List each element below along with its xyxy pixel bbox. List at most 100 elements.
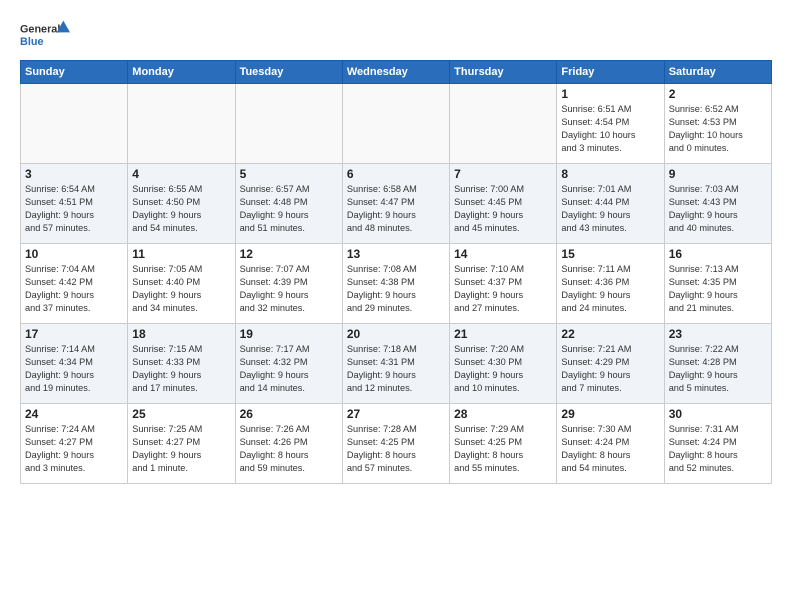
day-cell: 13 Sunrise: 7:08 AMSunset: 4:38 PMDayligh… — [342, 244, 449, 324]
day-cell: 18 Sunrise: 7:15 AMSunset: 4:33 PMDayligh… — [128, 324, 235, 404]
day-info: Sunrise: 7:28 AMSunset: 4:25 PMDaylight:… — [347, 424, 417, 473]
day-info: Sunrise: 7:17 AMSunset: 4:32 PMDaylight:… — [240, 344, 310, 393]
day-info: Sunrise: 7:01 AMSunset: 4:44 PMDaylight:… — [561, 184, 631, 233]
day-info: Sunrise: 7:14 AMSunset: 4:34 PMDaylight:… — [25, 344, 95, 393]
day-cell: 15 Sunrise: 7:11 AMSunset: 4:36 PMDayligh… — [557, 244, 664, 324]
day-cell: 14Sunrise: 7:10 AMSunset: 4:37 PMDayligh… — [450, 244, 557, 324]
day-cell: 16 Sunrise: 7:13 AMSunset: 4:35 PMDayligh… — [664, 244, 771, 324]
day-info: Sunrise: 7:04 AMSunset: 4:42 PMDaylight:… — [25, 264, 95, 313]
day-cell: 7Sunrise: 7:00 AMSunset: 4:45 PMDaylight… — [450, 164, 557, 244]
day-number: 8 — [561, 167, 659, 181]
day-info: Sunrise: 6:52 AMSunset: 4:53 PMDaylight:… — [669, 104, 743, 153]
day-info: Sunrise: 7:07 AMSunset: 4:39 PMDaylight:… — [240, 264, 310, 313]
day-number: 16 — [669, 247, 767, 261]
day-cell: 4Sunrise: 6:55 AMSunset: 4:50 PMDaylight… — [128, 164, 235, 244]
weekday-header-row: SundayMondayTuesdayWednesdayThursdayFrid… — [21, 61, 772, 84]
week-row-5: 24Sunrise: 7:24 AMSunset: 4:27 PMDayligh… — [21, 404, 772, 484]
day-info: Sunrise: 7:05 AMSunset: 4:40 PMDaylight:… — [132, 264, 202, 313]
day-cell: 9 Sunrise: 7:03 AMSunset: 4:43 PMDaylight… — [664, 164, 771, 244]
day-number: 23 — [669, 327, 767, 341]
weekday-header-monday: Monday — [128, 61, 235, 84]
day-cell — [342, 84, 449, 164]
weekday-header-tuesday: Tuesday — [235, 61, 342, 84]
day-info: Sunrise: 7:03 AMSunset: 4:43 PMDaylight:… — [669, 184, 739, 233]
day-info: Sunrise: 6:51 AMSunset: 4:54 PMDaylight:… — [561, 104, 635, 153]
day-number: 11 — [132, 247, 230, 261]
day-info: Sunrise: 7:24 AMSunset: 4:27 PMDaylight:… — [25, 424, 95, 473]
week-row-1: 1 Sunrise: 6:51 AMSunset: 4:54 PMDaylight… — [21, 84, 772, 164]
day-cell — [450, 84, 557, 164]
day-number: 7 — [454, 167, 552, 181]
day-cell — [128, 84, 235, 164]
day-number: 22 — [561, 327, 659, 341]
day-number: 25 — [132, 407, 230, 421]
header: General Blue — [20, 16, 772, 52]
day-number: 4 — [132, 167, 230, 181]
day-number: 21 — [454, 327, 552, 341]
week-row-2: 3Sunrise: 6:54 AMSunset: 4:51 PMDaylight… — [21, 164, 772, 244]
day-cell: 10 Sunrise: 7:04 AMSunset: 4:42 PMDayligh… — [21, 244, 128, 324]
weekday-header-sunday: Sunday — [21, 61, 128, 84]
day-cell: 17Sunrise: 7:14 AMSunset: 4:34 PMDayligh… — [21, 324, 128, 404]
day-cell: 2 Sunrise: 6:52 AMSunset: 4:53 PMDaylight… — [664, 84, 771, 164]
logo: General Blue — [20, 16, 70, 52]
calendar-header: SundayMondayTuesdayWednesdayThursdayFrid… — [21, 61, 772, 84]
day-cell: 12Sunrise: 7:07 AMSunset: 4:39 PMDayligh… — [235, 244, 342, 324]
day-info: Sunrise: 7:13 AMSunset: 4:35 PMDaylight:… — [669, 264, 739, 313]
day-number: 30 — [669, 407, 767, 421]
day-info: Sunrise: 7:10 AMSunset: 4:37 PMDaylight:… — [454, 264, 524, 313]
day-cell: 21 Sunrise: 7:20 AMSunset: 4:30 PMDayligh… — [450, 324, 557, 404]
day-info: Sunrise: 7:08 AMSunset: 4:38 PMDaylight:… — [347, 264, 417, 313]
day-number: 15 — [561, 247, 659, 261]
day-info: Sunrise: 7:11 AMSunset: 4:36 PMDaylight:… — [561, 264, 630, 313]
day-info: Sunrise: 6:58 AMSunset: 4:47 PMDaylight:… — [347, 184, 417, 233]
day-cell: 6 Sunrise: 6:58 AMSunset: 4:47 PMDaylight… — [342, 164, 449, 244]
day-cell: 26Sunrise: 7:26 AMSunset: 4:26 PMDayligh… — [235, 404, 342, 484]
day-info: Sunrise: 7:15 AMSunset: 4:33 PMDaylight:… — [132, 344, 202, 393]
day-cell: 29Sunrise: 7:30 AMSunset: 4:24 PMDayligh… — [557, 404, 664, 484]
day-info: Sunrise: 7:20 AMSunset: 4:30 PMDaylight:… — [454, 344, 524, 393]
day-cell — [235, 84, 342, 164]
day-cell: 28 Sunrise: 7:29 AMSunset: 4:25 PMDayligh… — [450, 404, 557, 484]
day-info: Sunrise: 6:57 AMSunset: 4:48 PMDaylight:… — [240, 184, 310, 233]
page: General Blue SundayMondayTuesdayWednesda… — [0, 0, 792, 612]
day-number: 1 — [561, 87, 659, 101]
svg-text:Blue: Blue — [20, 36, 43, 48]
day-number: 9 — [669, 167, 767, 181]
day-info: Sunrise: 7:21 AMSunset: 4:29 PMDaylight:… — [561, 344, 631, 393]
day-info: Sunrise: 7:25 AMSunset: 4:27 PMDaylight:… — [132, 424, 202, 473]
day-cell: 22 Sunrise: 7:21 AMSunset: 4:29 PMDayligh… — [557, 324, 664, 404]
svg-text:General: General — [20, 23, 60, 35]
day-cell: 11 Sunrise: 7:05 AMSunset: 4:40 PMDayligh… — [128, 244, 235, 324]
day-number: 19 — [240, 327, 338, 341]
day-number: 13 — [347, 247, 445, 261]
day-cell: 24Sunrise: 7:24 AMSunset: 4:27 PMDayligh… — [21, 404, 128, 484]
day-info: Sunrise: 7:29 AMSunset: 4:25 PMDaylight:… — [454, 424, 524, 473]
day-number: 28 — [454, 407, 552, 421]
day-number: 6 — [347, 167, 445, 181]
day-number: 18 — [132, 327, 230, 341]
day-cell: 30 Sunrise: 7:31 AMSunset: 4:24 PMDayligh… — [664, 404, 771, 484]
logo-svg: General Blue — [20, 16, 70, 52]
day-number: 2 — [669, 87, 767, 101]
day-number: 27 — [347, 407, 445, 421]
day-cell: 3Sunrise: 6:54 AMSunset: 4:51 PMDaylight… — [21, 164, 128, 244]
day-number: 10 — [25, 247, 123, 261]
day-info: Sunrise: 7:22 AMSunset: 4:28 PMDaylight:… — [669, 344, 739, 393]
day-number: 5 — [240, 167, 338, 181]
calendar-body: 1 Sunrise: 6:51 AMSunset: 4:54 PMDaylight… — [21, 84, 772, 484]
day-cell: 25 Sunrise: 7:25 AMSunset: 4:27 PMDayligh… — [128, 404, 235, 484]
day-cell: 5 Sunrise: 6:57 AMSunset: 4:48 PMDaylight… — [235, 164, 342, 244]
day-cell: 8 Sunrise: 7:01 AMSunset: 4:44 PMDaylight… — [557, 164, 664, 244]
day-cell: 19 Sunrise: 7:17 AMSunset: 4:32 PMDayligh… — [235, 324, 342, 404]
day-number: 26 — [240, 407, 338, 421]
calendar: SundayMondayTuesdayWednesdayThursdayFrid… — [20, 60, 772, 484]
day-info: Sunrise: 7:31 AMSunset: 4:24 PMDaylight:… — [669, 424, 739, 473]
weekday-header-thursday: Thursday — [450, 61, 557, 84]
day-cell: 20Sunrise: 7:18 AMSunset: 4:31 PMDayligh… — [342, 324, 449, 404]
day-number: 20 — [347, 327, 445, 341]
day-cell: 27 Sunrise: 7:28 AMSunset: 4:25 PMDayligh… — [342, 404, 449, 484]
weekday-header-saturday: Saturday — [664, 61, 771, 84]
day-number: 29 — [561, 407, 659, 421]
weekday-header-friday: Friday — [557, 61, 664, 84]
